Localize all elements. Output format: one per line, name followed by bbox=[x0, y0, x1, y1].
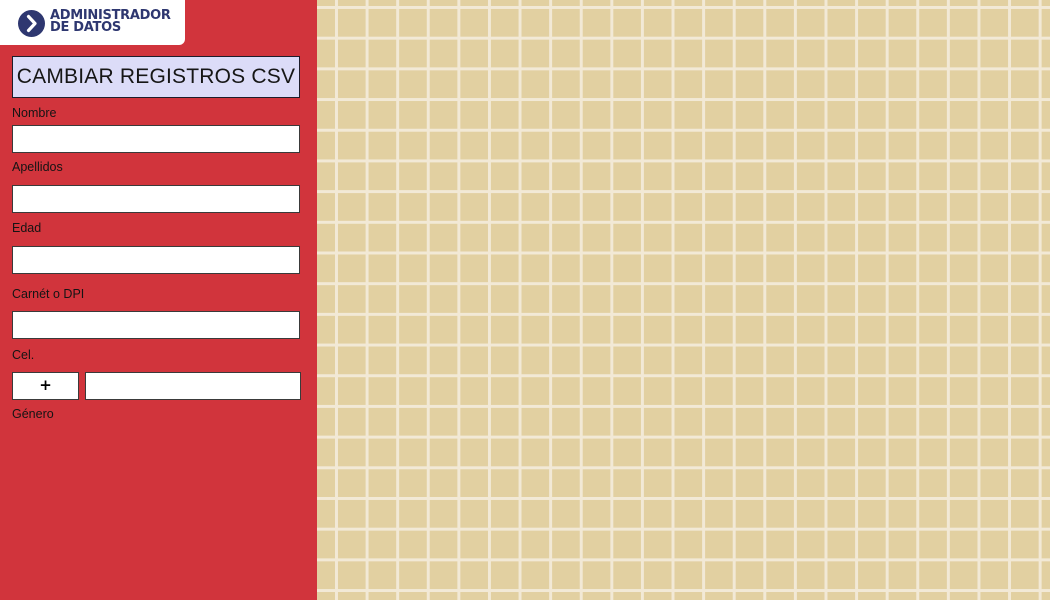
nombre-input[interactable] bbox=[12, 125, 300, 153]
genero-label: Género bbox=[12, 407, 54, 421]
app-logo[interactable]: ADMINISTRADOR DE DATOS bbox=[0, 0, 185, 45]
country-code-button[interactable]: + bbox=[12, 372, 79, 400]
chevron-right-icon bbox=[18, 10, 45, 37]
carnet-dpi-input[interactable] bbox=[12, 311, 300, 339]
nombre-label: Nombre bbox=[12, 106, 57, 120]
apellidos-input[interactable] bbox=[12, 185, 300, 213]
app-title-line2: DE DATOS bbox=[50, 20, 121, 35]
cel-label: Cel. bbox=[12, 348, 35, 362]
apellidos-label: Apellidos bbox=[12, 160, 63, 174]
carnet-dpi-label: Carnét o DPI bbox=[12, 287, 85, 301]
change-csv-records-button[interactable]: CAMBIAR REGISTROS CSV bbox=[12, 56, 300, 98]
grid-canvas bbox=[317, 0, 1050, 600]
edad-label: Edad bbox=[12, 221, 42, 235]
cel-input[interactable] bbox=[85, 372, 301, 400]
edad-input[interactable] bbox=[12, 246, 300, 274]
app-title: ADMINISTRADOR DE DATOS bbox=[50, 9, 180, 35]
form-panel: ADMINISTRADOR DE DATOS CAMBIAR REGISTROS… bbox=[0, 0, 317, 600]
